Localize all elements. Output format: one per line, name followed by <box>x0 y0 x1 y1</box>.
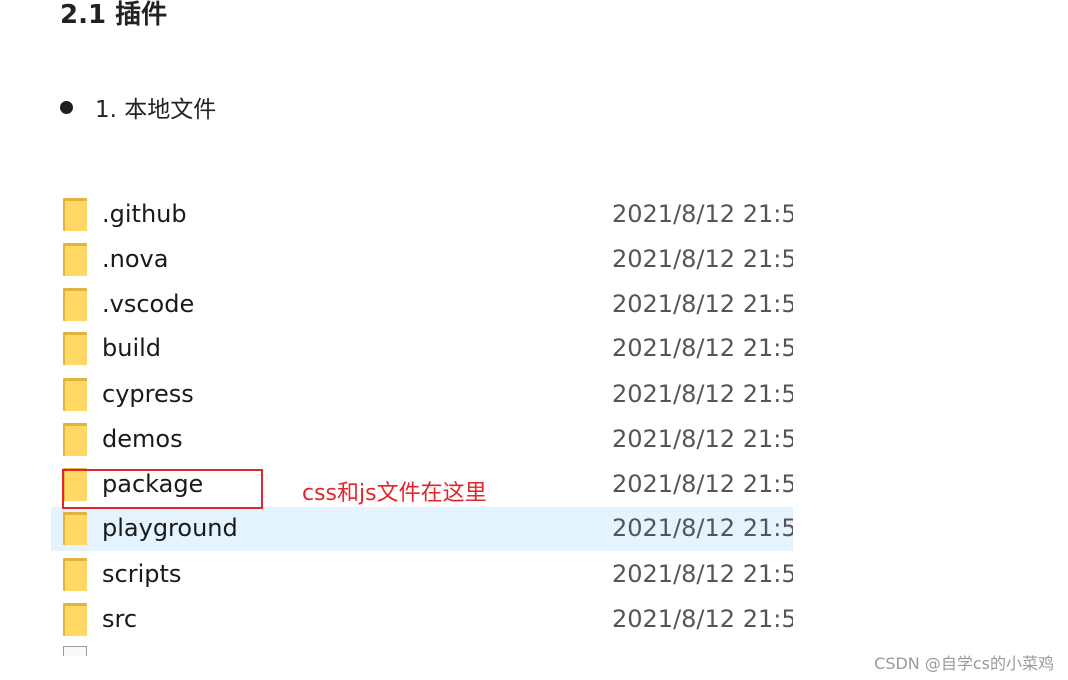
folder-icon <box>63 423 89 456</box>
watermark: CSDN @自学cs的小菜鸡 <box>874 654 1054 673</box>
file-name: build <box>102 334 162 362</box>
file-name: playground <box>102 514 238 542</box>
file-name: .github <box>102 200 187 228</box>
file-name: scripts <box>102 560 182 588</box>
folder-icon <box>63 512 89 545</box>
folder-icon <box>63 378 89 411</box>
folder-icon <box>63 198 89 231</box>
file-date: 2021/8/12 21:5 <box>612 380 793 408</box>
folder-icon <box>63 558 89 591</box>
file-row-demos[interactable]: demos 2021/8/12 21:5 <box>51 418 793 462</box>
file-date: 2021/8/12 21:5 <box>612 200 793 228</box>
highlight-box <box>62 469 263 509</box>
file-date: 2021/8/12 21:5 <box>612 560 793 588</box>
file-row-src[interactable]: src 2021/8/12 21:5 <box>51 598 793 642</box>
file-name: .vscode <box>102 290 195 318</box>
file-date: 2021/8/12 21:5 <box>612 334 793 362</box>
file-row-github[interactable]: .github 2021/8/12 21:5 <box>51 193 793 237</box>
file-date: 2021/8/12 21:5 <box>612 425 793 453</box>
file-date: 2021/8/12 21:5 <box>612 470 793 498</box>
file-date: 2021/8/12 21:5 <box>612 605 793 633</box>
file-icon <box>63 646 87 656</box>
file-name: demos <box>102 425 183 453</box>
bullet-item: 1. 本地文件 <box>60 90 216 124</box>
file-name: cypress <box>102 380 194 408</box>
file-row-playground[interactable]: playground 2021/8/12 21:5 <box>51 507 793 551</box>
bullet-dot <box>60 100 73 114</box>
file-date: 2021/8/12 21:5 <box>612 290 793 318</box>
file-date: 2021/8/12 21:5 <box>612 245 793 273</box>
file-name: .nova <box>102 245 169 273</box>
folder-icon <box>63 243 89 276</box>
file-row-cypress[interactable]: cypress 2021/8/12 21:5 <box>51 373 793 417</box>
bullet-text: 1. 本地文件 <box>95 97 217 123</box>
file-row-vscode[interactable]: .vscode 2021/8/12 21:5 <box>51 283 793 327</box>
file-date: 2021/8/12 21:5 <box>612 514 793 542</box>
page: 2.1 插件 1. 本地文件 .github 2021/8/12 21:5 .n… <box>0 0 1068 680</box>
file-row-scripts[interactable]: scripts 2021/8/12 21:5 <box>51 553 793 597</box>
section-heading: 2.1 插件 <box>60 0 168 30</box>
folder-icon <box>63 332 89 365</box>
file-list: .github 2021/8/12 21:5 .nova 2021/8/12 2… <box>51 193 793 656</box>
folder-icon <box>63 603 89 636</box>
file-name: src <box>102 605 138 633</box>
file-row-build[interactable]: build 2021/8/12 21:5 <box>51 327 793 371</box>
file-row-nova[interactable]: .nova 2021/8/12 21:5 <box>51 238 793 282</box>
folder-icon <box>63 288 89 321</box>
annotation-text: css和js文件在这里 <box>302 481 487 506</box>
